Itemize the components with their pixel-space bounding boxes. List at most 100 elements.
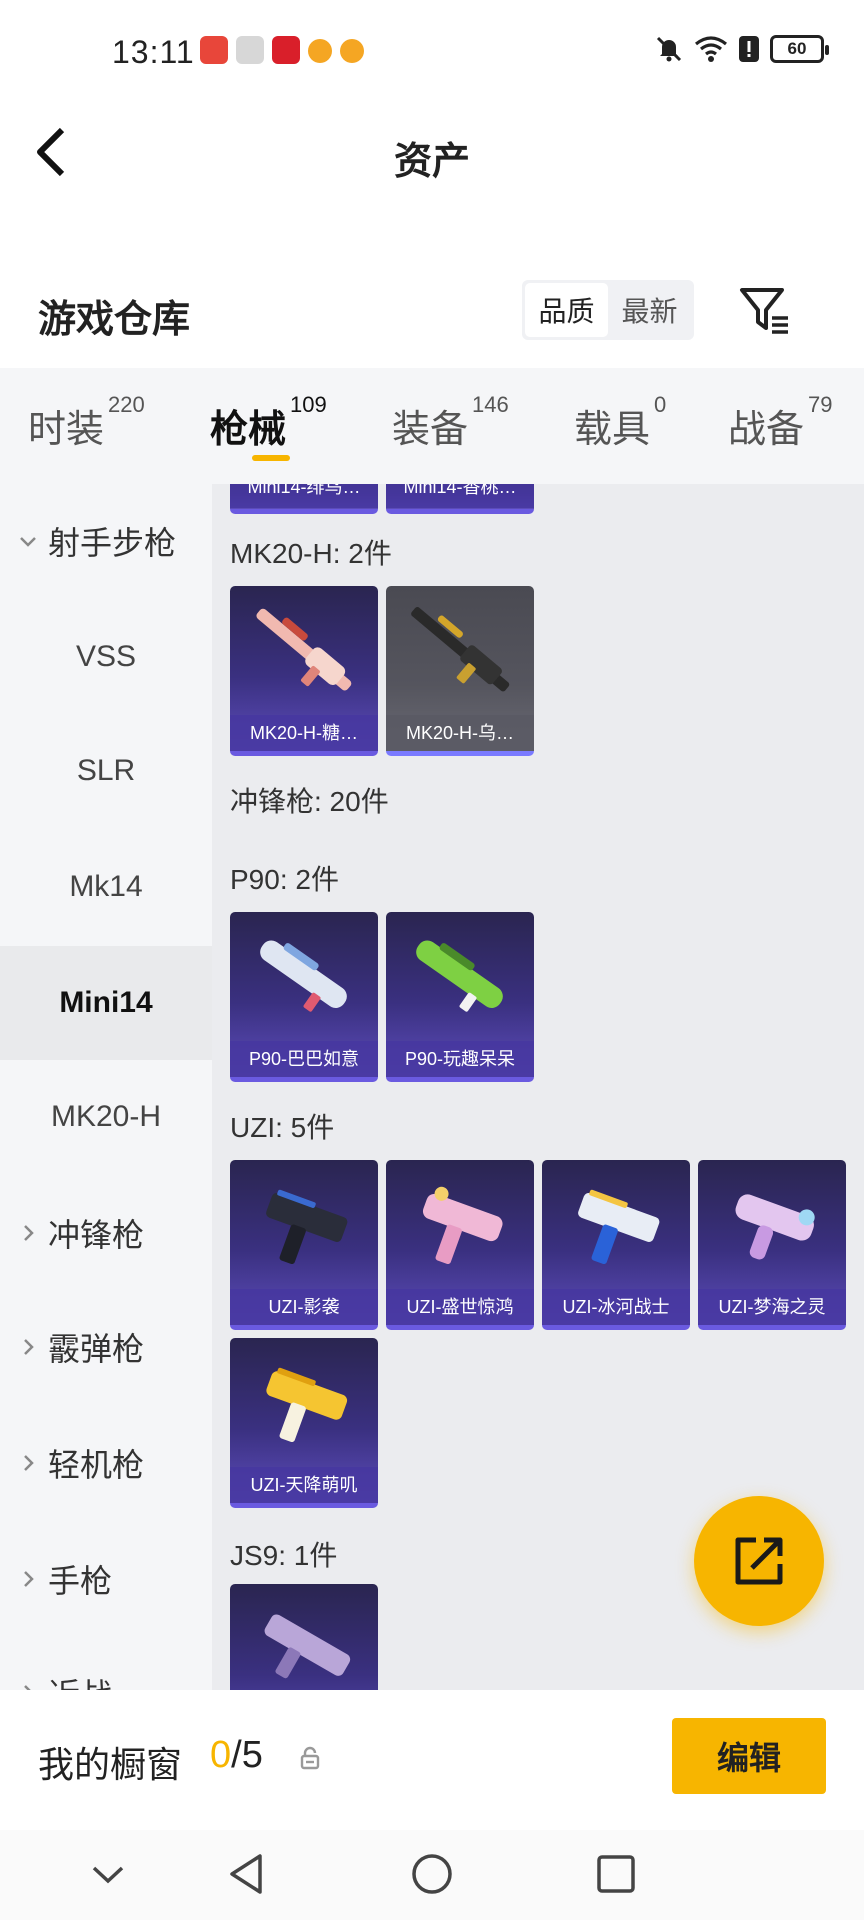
sort-toggle: 品质 最新: [522, 280, 694, 340]
weapon-card-name: MK20-H-糖…: [230, 715, 378, 751]
uzi-skin-icon: [266, 1189, 348, 1265]
sidebar-item-mk14[interactable]: Mk14: [0, 830, 212, 944]
sidebar-group-shotgun[interactable]: 霰弹枪: [0, 1290, 212, 1404]
tab-vehicles[interactable]: 载具0: [574, 392, 666, 453]
sidebar-group-lmg[interactable]: 轻机枪: [0, 1406, 212, 1520]
showcase-count-total: /5: [231, 1734, 263, 1776]
tab-label: 载具: [574, 409, 651, 451]
uzi-skin-icon: [735, 1194, 815, 1260]
weapon-card[interactable]: MK20-H-糖…: [230, 586, 378, 756]
rifle-skin-icon: [256, 608, 352, 691]
smg-skin-icon: [416, 940, 503, 1012]
weapon-card[interactable]: UZI-冰河战士: [542, 1160, 690, 1330]
weapon-card[interactable]: Mini14-绯鸟…: [230, 484, 378, 514]
share-button[interactable]: [694, 1496, 824, 1626]
tab-count: 79: [808, 392, 833, 417]
tab-firearms[interactable]: 枪械109: [210, 392, 327, 453]
tab-fashion[interactable]: 时装220: [28, 392, 145, 453]
sidebar-item-slr[interactable]: SLR: [0, 714, 212, 828]
filter-button[interactable]: [738, 284, 792, 338]
chevron-right-icon: [24, 1685, 31, 1690]
sidebar-group-marksman[interactable]: 射手步枪: [0, 484, 212, 598]
filter-icon: [740, 288, 788, 334]
sidebar-group-melee[interactable]: 近战: [0, 1636, 212, 1690]
chevron-down-icon: [20, 537, 36, 547]
tab-count: 109: [290, 392, 327, 417]
uzi-skin-icon: [266, 1367, 348, 1443]
tab-label: 战备: [728, 409, 805, 451]
recents-square-icon[interactable]: [590, 1848, 642, 1900]
sidebar-group-label: 手枪: [48, 1563, 113, 1599]
alert-icon: [739, 36, 759, 62]
chevron-right-icon: [24, 1455, 34, 1471]
tab-label: 时装: [28, 409, 105, 451]
weapon-card-name: UZI-盛世惊鸿: [386, 1289, 534, 1325]
tab-count: 220: [108, 392, 145, 417]
app-notification-icon: [236, 36, 264, 64]
app-notification-icon: [340, 39, 364, 63]
wifi-icon: [695, 36, 727, 62]
sidebar-item-vss[interactable]: VSS: [0, 600, 212, 714]
tab-label: 枪械: [210, 409, 287, 451]
sort-option-newest[interactable]: 最新: [608, 283, 691, 337]
category-tabs: 时装220 枪械109 装备146 载具0 战备79: [0, 368, 864, 484]
tab-count: 146: [472, 392, 509, 417]
sidebar-group-label: 冲锋枪: [48, 1217, 145, 1253]
section-label: 冲锋枪: 20件: [230, 786, 389, 817]
uzi-skin-icon: [422, 1186, 503, 1265]
app-notification-icon: [272, 36, 300, 64]
status-icons: 60: [654, 34, 829, 64]
showcase-count: 0/5: [210, 1734, 263, 1777]
weapon-card[interactable]: Mini14-香桃…: [386, 484, 534, 514]
section-label: MK20-H: 2件: [230, 538, 392, 569]
weapon-card-name: UZI-天降萌叽: [230, 1467, 378, 1503]
battery-icon: 60: [770, 35, 829, 63]
app-notification-icon: [200, 36, 228, 64]
smg-skin-icon: [264, 1614, 351, 1679]
weapon-card[interactable]: UZI-影袭: [230, 1160, 378, 1330]
chevron-right-icon: [24, 1339, 34, 1355]
weapon-card[interactable]: P90-玩趣呆呆: [386, 912, 534, 1082]
home-circle-icon[interactable]: [406, 1848, 458, 1900]
sidebar-group-label: 霰弹枪: [48, 1331, 145, 1367]
sidebar-item-mk20h[interactable]: MK20-H: [0, 1060, 212, 1174]
weapon-card[interactable]: MK20-H-乌…: [386, 586, 534, 756]
warehouse-title: 游戏仓库: [38, 299, 191, 341]
sidebar-group-smg[interactable]: 冲锋枪: [0, 1176, 212, 1290]
chevron-right-icon: [24, 1571, 34, 1587]
status-time: 13:11: [112, 34, 195, 70]
page-title: 资产: [393, 141, 470, 183]
sidebar-item-mini14[interactable]: Mini14: [0, 946, 212, 1060]
weapon-card[interactable]: UZI-梦海之灵: [698, 1160, 846, 1330]
app-header: 资产: [0, 100, 864, 210]
sidebar-group-label: 轻机枪: [48, 1447, 145, 1483]
edit-button[interactable]: 编辑: [672, 1718, 826, 1794]
sidebar-group-pistol[interactable]: 手枪: [0, 1522, 212, 1636]
weapon-card-name: P90-巴巴如意: [230, 1041, 378, 1077]
section-label: JS9: 1件: [230, 1540, 338, 1571]
tab-count: 0: [654, 392, 667, 417]
weapon-card-name: Mini14-绯鸟…: [230, 484, 378, 508]
showcase-label: 我的橱窗: [38, 1744, 183, 1785]
section-label: P90: 2件: [230, 864, 339, 895]
weapon-card[interactable]: UZI-盛世惊鸿: [386, 1160, 534, 1330]
notification-icons: [200, 36, 364, 64]
weapon-card[interactable]: [230, 1584, 378, 1690]
tab-supplies[interactable]: 战备79: [728, 392, 833, 453]
chevron-right-icon: [24, 1225, 34, 1241]
weapon-card-name: UZI-梦海之灵: [698, 1289, 846, 1325]
tab-equipment[interactable]: 装备146: [392, 392, 509, 453]
lock-icon: [300, 1746, 320, 1770]
app-notification-icon: [308, 39, 332, 63]
sidebar-group-label: 近战: [48, 1670, 112, 1690]
back-triangle-icon[interactable]: [222, 1848, 274, 1900]
sort-option-quality[interactable]: 品质: [525, 283, 608, 337]
mute-bell-icon: [656, 36, 682, 62]
share-icon: [735, 1537, 783, 1585]
weapon-card[interactable]: P90-巴巴如意: [230, 912, 378, 1082]
weapon-category-sidebar: 射手步枪 VSS SLR Mk14 Mini14 MK20-H 冲锋枪 霰弹枪 …: [0, 484, 212, 1690]
active-tab-indicator: [252, 455, 290, 461]
weapon-card-name: UZI-冰河战士: [542, 1289, 690, 1325]
chevron-down-icon[interactable]: [82, 1848, 134, 1900]
weapon-card[interactable]: UZI-天降萌叽: [230, 1338, 378, 1508]
